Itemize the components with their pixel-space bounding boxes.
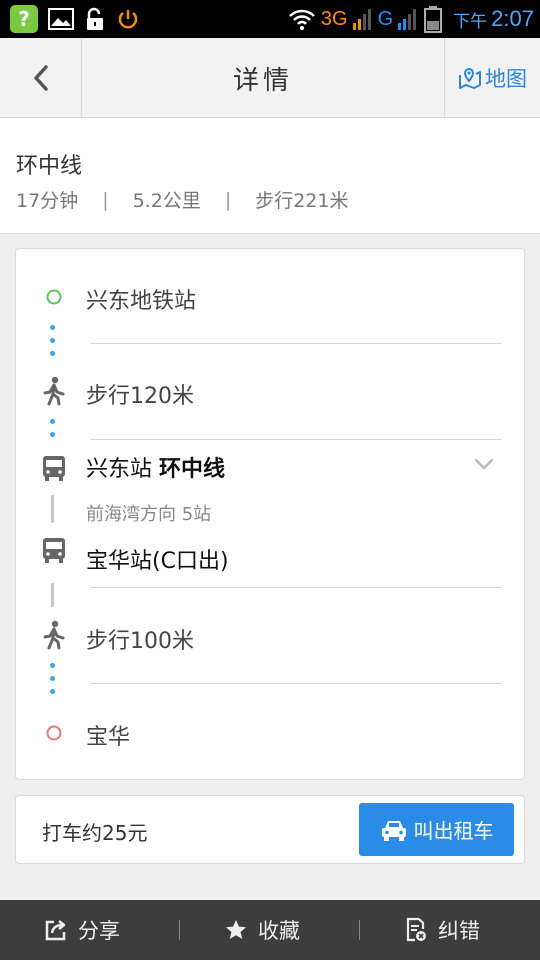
favorite-button[interactable]: 收藏 (224, 900, 300, 960)
bus-route-line (51, 495, 54, 523)
walk-dots-icon (50, 663, 56, 702)
route-summary: 环中线 17分钟 | 5.2公里 | 步行221米 (0, 118, 540, 234)
back-button[interactable] (0, 38, 82, 118)
power-icon (118, 10, 138, 29)
call-taxi-button[interactable]: 叫出租车 (359, 803, 514, 856)
report-error-button[interactable]: 纠错 (404, 900, 480, 960)
battery-icon (424, 6, 443, 33)
walk-icon (38, 619, 70, 651)
route-distance: 5.2公里 (132, 190, 201, 212)
call-taxi-label: 叫出租车 (413, 819, 494, 843)
step-divider (90, 439, 502, 440)
route-duration: 17分钟 (16, 190, 79, 212)
signal-icon (398, 9, 417, 30)
step-start-text: 兴东地铁站 (86, 289, 197, 314)
step-divider (90, 683, 502, 684)
status-system: 3G G 下午 2:07 (287, 4, 534, 34)
bus-direction-text: 前海湾方向 5站 (86, 504, 212, 525)
bar-separator (359, 920, 360, 940)
star-icon (226, 920, 246, 939)
bus-icon (38, 534, 70, 566)
share-icon (45, 920, 66, 941)
image-icon (48, 8, 74, 30)
start-dot-icon (38, 281, 70, 313)
share-label: 分享 (78, 919, 120, 943)
back-arrow-icon (33, 65, 48, 91)
route-walk: 步行221米 (255, 190, 349, 212)
step-walk-text: 步行120米 (86, 384, 194, 409)
map-button-label: 地图 (485, 67, 527, 91)
bus-line-name: 环中线 (159, 457, 226, 482)
favorite-label: 收藏 (258, 919, 300, 943)
walk-dots-icon (50, 325, 56, 364)
map-pin-icon (459, 68, 481, 89)
taxi-card: 打车约25元 叫出租车 (15, 795, 525, 864)
network-3g-label: 3G (320, 7, 348, 30)
unlock-icon (87, 7, 103, 30)
bottom-action-bar: 分享 收藏 纠错 (0, 900, 540, 960)
taxi-price: 打车约25元 (42, 821, 148, 845)
signal-icon (352, 9, 371, 30)
clock-time: 2:07 (491, 6, 534, 31)
report-label: 纠错 (438, 919, 480, 943)
map-button[interactable]: 地图 (444, 38, 540, 118)
share-button[interactable]: 分享 (44, 900, 120, 960)
network-g-label: G (377, 7, 394, 30)
status-bar: ? 3G G 下午 2:07 (0, 0, 540, 38)
walk-dots-icon (50, 419, 56, 445)
walk-icon (38, 375, 70, 407)
page-title: 详情 (232, 65, 293, 96)
step-divider (90, 587, 502, 588)
route-steps-card: 兴东地铁站 步行120米 兴东站 环中线 前海湾方向 5站 宝华站(C口出) 步… (15, 248, 525, 780)
chevron-down-icon[interactable] (474, 455, 494, 474)
stats-separator: | (224, 188, 232, 211)
taxi-icon (381, 820, 406, 841)
stats-separator: | (102, 188, 109, 211)
status-notifications: ? (10, 5, 140, 33)
step-bus-boarding: 兴东站 环中线 (86, 451, 225, 483)
bar-separator (179, 920, 180, 940)
wifi-icon (289, 9, 315, 30)
route-stats: 17分钟 | 5.2公里 | 步行221米 (16, 186, 348, 213)
end-dot-icon (38, 717, 70, 749)
step-bus-exit-text: 宝华站(C口出) (86, 549, 229, 574)
step-end-text: 宝华 (86, 725, 131, 750)
clock-ampm: 下午 (453, 11, 488, 32)
route-name: 环中线 (16, 154, 83, 179)
bus-route-line (51, 583, 54, 607)
bus-board-station: 兴东站 (86, 457, 153, 482)
title-bar: 详情 地图 (0, 38, 540, 118)
question-app-icon: ? (10, 5, 38, 33)
bus-icon (38, 452, 70, 484)
step-divider (90, 343, 502, 344)
step-walk-text: 步行100米 (86, 629, 194, 654)
report-icon (406, 917, 426, 942)
